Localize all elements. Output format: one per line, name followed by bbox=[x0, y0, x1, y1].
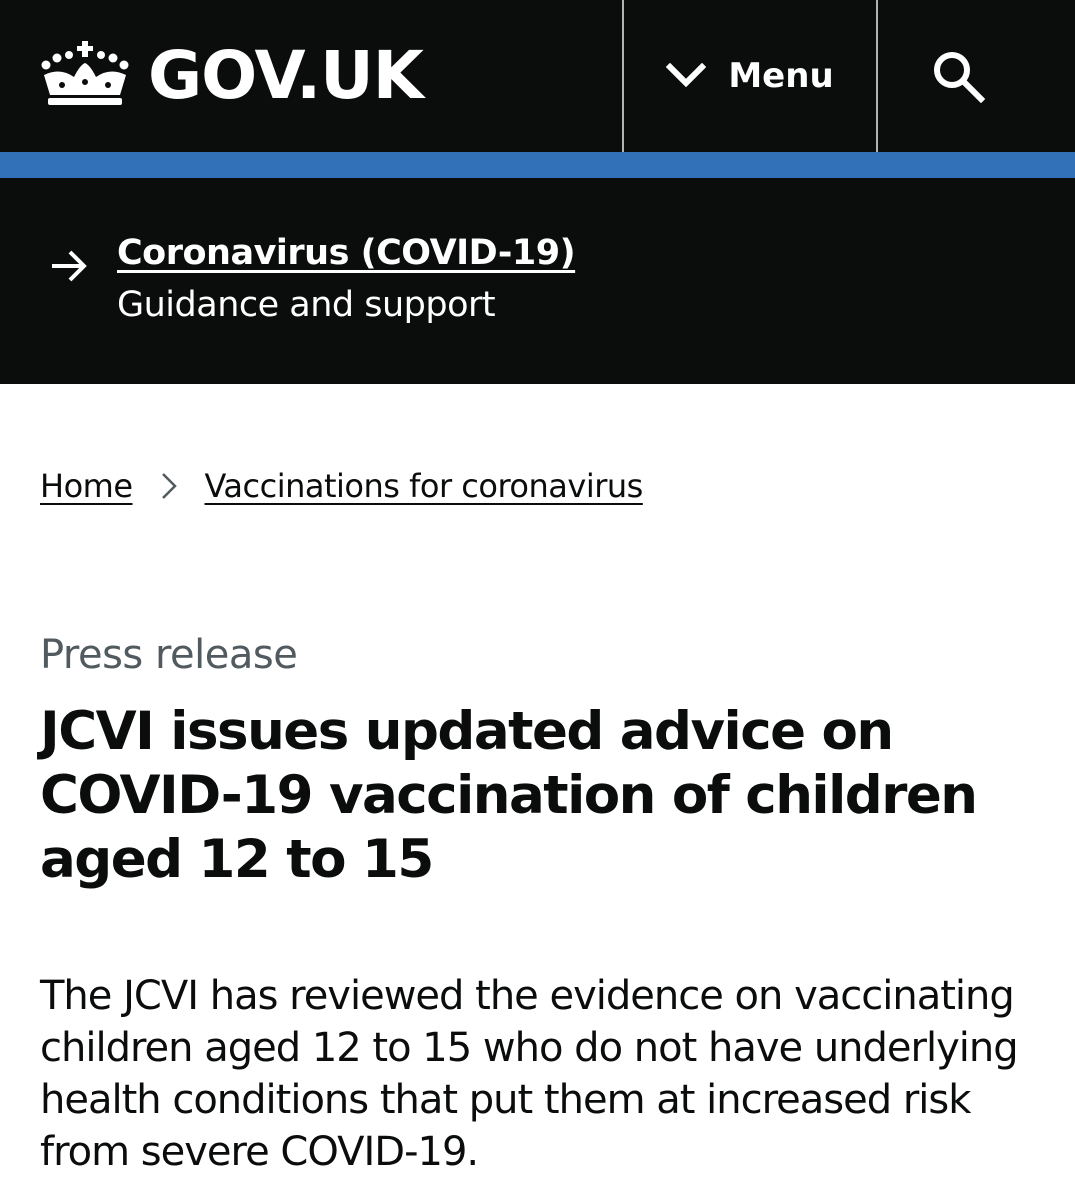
page-caption: Press release bbox=[40, 632, 298, 678]
page-title: JCVI issues updated advice on COVID-19 v… bbox=[40, 701, 978, 890]
search-button[interactable] bbox=[880, 0, 1075, 152]
logo-text: GOV.UK bbox=[148, 37, 424, 114]
breadcrumb-vaccinations-link[interactable]: Vaccinations for coronavirus bbox=[205, 467, 644, 505]
covid-guidance-link[interactable]: Coronavirus (COVID-19) bbox=[117, 233, 576, 273]
accent-bar bbox=[0, 152, 1075, 178]
govuk-logo-link[interactable]: GOV.UK bbox=[38, 36, 424, 116]
covid-banner: Coronavirus (COVID-19) Guidance and supp… bbox=[0, 178, 1075, 384]
lede-paragraph: The JCVI has reviewed the evidence on va… bbox=[40, 973, 1019, 1175]
chevron-right-icon bbox=[161, 473, 177, 499]
covid-banner-subtitle: Guidance and support bbox=[117, 285, 496, 325]
breadcrumb: Home Vaccinations for coronavirus bbox=[40, 464, 643, 508]
menu-button[interactable]: Menu bbox=[622, 0, 878, 152]
breadcrumb-home-link[interactable]: Home bbox=[40, 467, 133, 505]
arrow-right-icon bbox=[52, 250, 87, 282]
crown-icon bbox=[41, 41, 129, 105]
chevron-down-icon bbox=[666, 63, 707, 88]
site-header: GOV.UK Menu bbox=[0, 0, 1075, 152]
search-icon bbox=[933, 52, 985, 103]
menu-label: Menu bbox=[728, 56, 834, 96]
